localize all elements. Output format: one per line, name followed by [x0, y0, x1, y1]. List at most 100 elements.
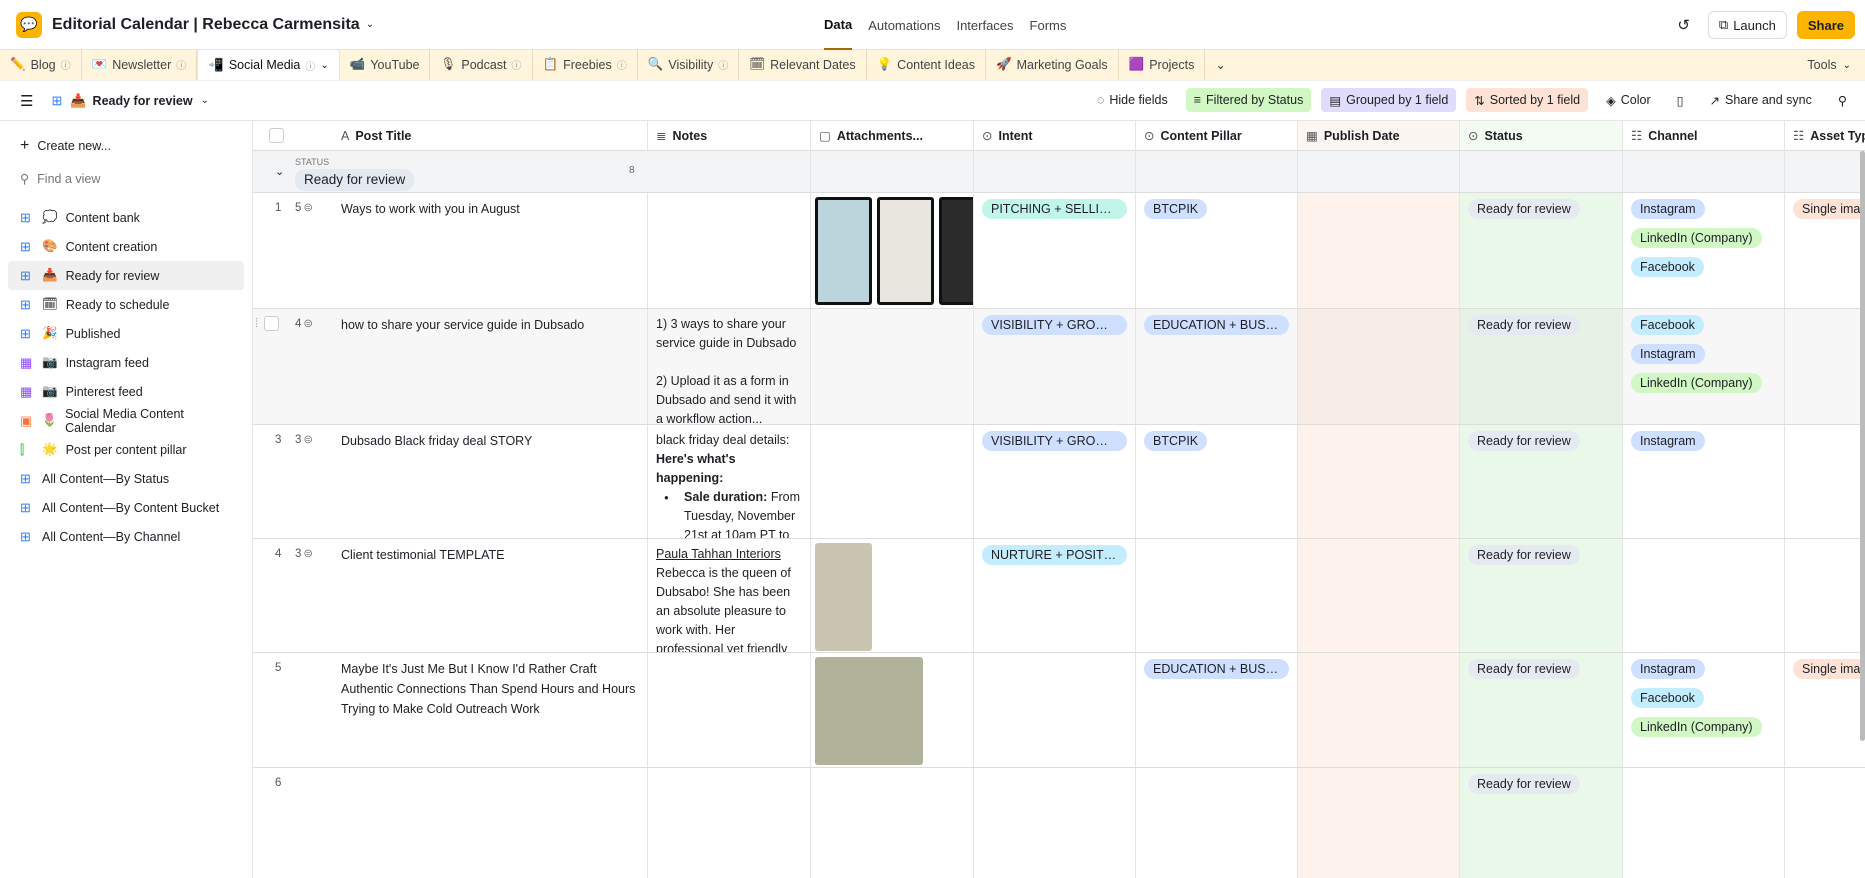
sidebar-view-all-content-by-status[interactable]: ⊞ All Content—By Status: [8, 464, 244, 493]
tab-newsletter[interactable]: 💌 Newsletter ⓘ: [82, 49, 198, 80]
cell-intent[interactable]: VISIBILITY + GROWTH (...: [974, 425, 1136, 538]
cell-asset-type[interactable]: [1785, 425, 1865, 538]
column-header-publish-date[interactable]: ▦ Publish Date: [1298, 121, 1460, 151]
cell-asset-type[interactable]: Single image: [1785, 193, 1865, 308]
cell-pillar[interactable]: [1136, 768, 1298, 878]
nav-forms[interactable]: Forms: [1030, 18, 1067, 33]
info-icon[interactable]: ⓘ: [718, 57, 728, 72]
cell-post-title[interactable]: Ways to work with you in August: [333, 193, 648, 308]
cell-notes[interactable]: [648, 653, 811, 767]
info-icon[interactable]: ⓘ: [61, 57, 71, 72]
create-new-button[interactable]: + Create new...: [8, 131, 244, 160]
view-name[interactable]: Ready for review: [93, 94, 193, 108]
cell-attachments[interactable]: [811, 425, 974, 538]
cell-asset-type[interactable]: [1785, 539, 1865, 652]
cell-attachments[interactable]: [811, 539, 974, 652]
collapse-chevron-icon[interactable]: ⌄: [275, 165, 284, 178]
tab-marketing-goals[interactable]: 🚀 Marketing Goals: [986, 49, 1119, 80]
notes-link[interactable]: Paula Tahhan Interiors: [656, 545, 802, 564]
comment-count[interactable]: 3 ⊜: [295, 545, 313, 564]
cell-attachments[interactable]: [811, 193, 974, 308]
attachment-thumbnail[interactable]: [815, 197, 872, 305]
tab-relevant-dates[interactable]: 🗓 Relevant Dates: [739, 49, 867, 80]
drag-handle-icon[interactable]: ⁞: [255, 318, 258, 330]
column-header-content-pillar[interactable]: ⊙ Content Pillar: [1136, 121, 1298, 151]
cell-pillar[interactable]: EDUCATION + BUSINESS: [1136, 309, 1298, 424]
sidebar-view-published[interactable]: ⊞ 🎉 Published: [8, 319, 244, 348]
cell-attachments[interactable]: [811, 768, 974, 878]
nav-data[interactable]: Data: [824, 0, 853, 50]
cell-status[interactable]: Ready for review: [1460, 193, 1623, 308]
nav-interfaces[interactable]: Interfaces: [956, 18, 1013, 33]
attachment-thumbnail[interactable]: [877, 197, 934, 305]
cell-asset-type[interactable]: Single image: [1785, 653, 1865, 767]
find-view-input[interactable]: ⚲ Find a view: [8, 164, 244, 193]
cell-status[interactable]: Ready for review: [1460, 653, 1623, 767]
chevron-down-icon[interactable]: ⌄: [1843, 60, 1851, 71]
cell-attachments[interactable]: [811, 653, 974, 767]
cell-pillar[interactable]: BTCPIK: [1136, 193, 1298, 308]
cell-channel[interactable]: [1623, 768, 1785, 878]
sidebar-view-social-media-content-calendar[interactable]: ▣ 🌷 Social Media Content Calendar: [8, 406, 244, 435]
cell-publish-date[interactable]: [1298, 309, 1460, 424]
cell-notes[interactable]: [648, 768, 811, 878]
cell-status[interactable]: Ready for review: [1460, 309, 1623, 424]
cell-intent[interactable]: NURTURE + POSITIONI...: [974, 539, 1136, 652]
cell-notes[interactable]: black friday deal details: Here's what's …: [648, 425, 811, 538]
sidebar-view-ready-for-review[interactable]: ⊞ 📥 Ready for review: [8, 261, 244, 290]
attachment-thumbnail[interactable]: [939, 197, 973, 305]
column-header-intent[interactable]: ⊙ Intent: [974, 121, 1136, 151]
cell-status[interactable]: Ready for review: [1460, 539, 1623, 652]
column-header-status[interactable]: ⊙ Status: [1460, 121, 1623, 151]
cell-intent[interactable]: PITCHING + SELLING (C...: [974, 193, 1136, 308]
share-sync-button[interactable]: ↗ Share and sync: [1702, 88, 1820, 112]
attachment-thumbnail[interactable]: [815, 657, 923, 765]
vertical-scrollbar[interactable]: [1860, 151, 1865, 741]
cell-notes[interactable]: [648, 193, 811, 308]
cell-post-title[interactable]: Maybe It's Just Me But I Know I'd Rather…: [333, 653, 648, 767]
sidebar-view-content-bank[interactable]: ⊞ 💭 Content bank: [8, 203, 244, 232]
sidebar-view-post-per-content-pillar[interactable]: ⫿ 🌟 Post per content pillar: [8, 435, 244, 464]
share-button[interactable]: Share: [1796, 11, 1855, 39]
sort-button[interactable]: ⇅ Sorted by 1 field: [1466, 88, 1589, 112]
table-row[interactable]: 6 Ready for review: [253, 768, 1865, 878]
sidebar-view-ready-to-schedule[interactable]: ⊞ 🗓 Ready to schedule: [8, 290, 244, 319]
info-icon[interactable]: ⓘ: [305, 58, 315, 73]
cell-asset-type[interactable]: [1785, 768, 1865, 878]
chevron-down-icon[interactable]: ⌄: [320, 60, 328, 71]
cell-intent[interactable]: [974, 768, 1136, 878]
cell-channel[interactable]: Instagram LinkedIn (Company) Facebook: [1623, 193, 1785, 308]
cell-pillar[interactable]: BTCPIK: [1136, 425, 1298, 538]
sidebar-view-instagram-feed[interactable]: ▦ 📷 Instagram feed: [8, 348, 244, 377]
cell-asset-type[interactable]: [1785, 309, 1865, 424]
base-logo-icon[interactable]: 💬: [16, 11, 42, 38]
cell-post-title[interactable]: [333, 768, 648, 878]
nav-automations[interactable]: Automations: [868, 18, 940, 33]
cell-publish-date[interactable]: [1298, 425, 1460, 538]
cell-status[interactable]: Ready for review: [1460, 425, 1623, 538]
hide-fields-button[interactable]: ◌ Hide fields: [1089, 88, 1176, 112]
color-button[interactable]: ◈ Color: [1598, 88, 1659, 112]
table-row[interactable]: 4 3 ⊜ Client testimonial TEMPLATE Paula Tahh…: [253, 539, 1865, 653]
history-icon[interactable]: ↺: [1677, 16, 1690, 34]
tab-youtube[interactable]: 📹 YouTube: [340, 49, 431, 80]
cell-post-title[interactable]: how to share your service guide in Dubsa…: [333, 309, 648, 424]
group-button[interactable]: ▤ Grouped by 1 field: [1321, 88, 1457, 112]
comment-count[interactable]: 4 ⊜: [295, 315, 313, 334]
tab-projects[interactable]: 🟪 Projects: [1119, 49, 1206, 80]
tab-visibility[interactable]: 🔍 Visibility ⓘ: [638, 49, 740, 80]
sidebar-view-all-content-by-channel[interactable]: ⊞ All Content—By Channel: [8, 522, 244, 551]
row-height-button[interactable]: ▯: [1669, 88, 1692, 112]
cell-post-title[interactable]: Dubsado Black friday deal STORY: [333, 425, 648, 538]
comment-count[interactable]: 3 ⊜: [295, 431, 313, 450]
cell-publish-date[interactable]: [1298, 768, 1460, 878]
cell-pillar[interactable]: EDUCATION + BUSINESS: [1136, 653, 1298, 767]
cell-status[interactable]: Ready for review: [1460, 768, 1623, 878]
column-header-asset-type[interactable]: ☷ Asset Type: [1785, 121, 1865, 151]
cell-intent[interactable]: VISIBILITY + GROWTH (...: [974, 309, 1136, 424]
cell-publish-date[interactable]: [1298, 193, 1460, 308]
launch-button[interactable]: ⧉ Launch: [1707, 11, 1787, 39]
comment-count[interactable]: 5 ⊜: [295, 199, 313, 218]
cell-publish-date[interactable]: [1298, 539, 1460, 652]
tab-blog[interactable]: ✏️ Blog ⓘ: [0, 49, 82, 80]
